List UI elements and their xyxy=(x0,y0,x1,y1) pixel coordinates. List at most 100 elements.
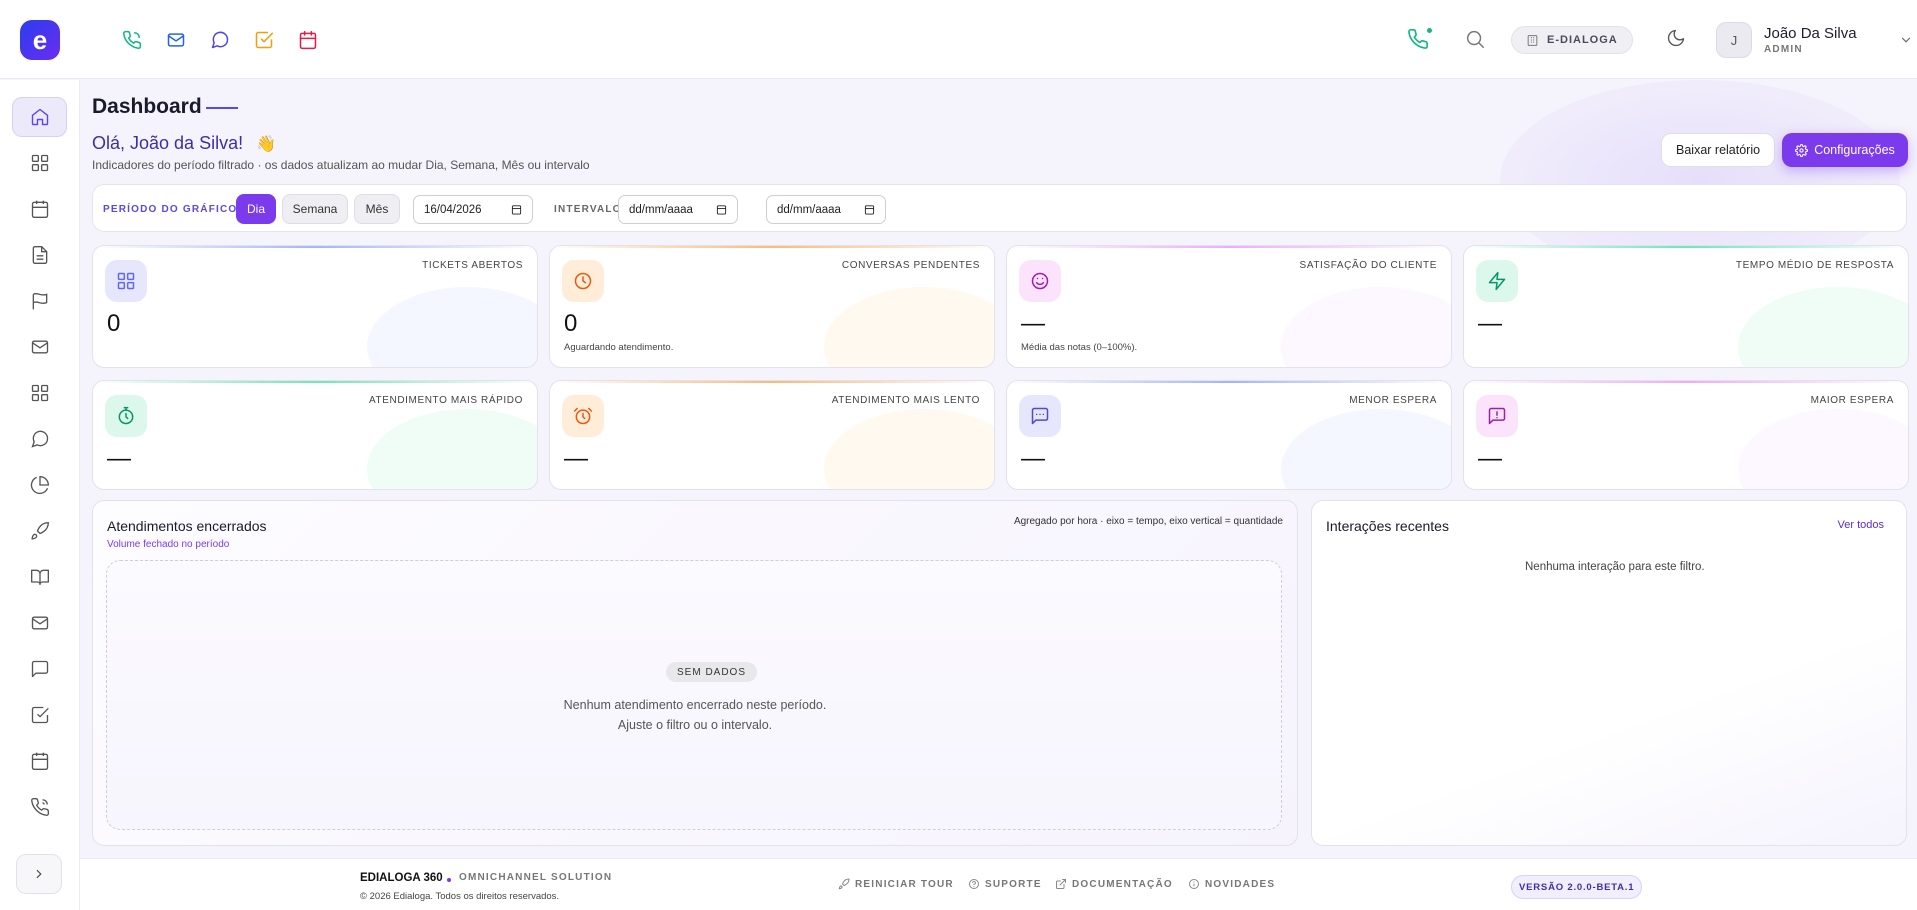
version-badge: VERSÃO 2.0.0-BETA.1 xyxy=(1511,875,1643,899)
kpi-label: MAIOR ESPERA xyxy=(1810,395,1894,406)
tasks-icon[interactable] xyxy=(252,28,276,52)
sidebar-item-email[interactable] xyxy=(12,603,67,643)
recent-interactions-panel: Interações recentes Ver todos Nenhuma in… xyxy=(1311,500,1907,846)
card-accent-line xyxy=(93,246,537,248)
phone-icon xyxy=(30,797,49,816)
period-month-button[interactable]: Mês xyxy=(354,194,400,224)
kpi-card-customer-satisfaction: SATISFAÇÃO DO CLIENTE — Média das notas … xyxy=(1006,245,1452,368)
sidebar-expand-button[interactable] xyxy=(16,854,62,894)
sidebar-item-chat[interactable] xyxy=(12,419,67,459)
chevron-down-icon xyxy=(1901,37,1910,43)
sidebar-item-tasks[interactable] xyxy=(12,695,67,735)
user-menu[interactable]: J João Da Silva ADMIN xyxy=(1716,22,1913,58)
sidebar-item-grid[interactable] xyxy=(12,143,67,183)
interval-label: INTERVALO xyxy=(554,204,622,215)
date-picker[interactable]: 16/04/2026 xyxy=(413,195,533,224)
empty-message: Nenhuma interação para este filtro. xyxy=(1525,561,1705,573)
company-selector[interactable]: E-DIALOGA xyxy=(1511,26,1633,54)
softphone-icon[interactable] xyxy=(1407,28,1432,52)
book-icon xyxy=(30,569,49,586)
news-link[interactable]: NOVIDADES xyxy=(1188,878,1275,890)
kpi-value: — xyxy=(1478,445,1502,472)
calendar-icon xyxy=(864,205,875,215)
card-accent-line xyxy=(550,381,994,383)
mail-icon[interactable] xyxy=(164,28,188,52)
help-circle-icon xyxy=(969,879,979,889)
sidebar-item-flags[interactable] xyxy=(12,281,67,321)
moon-icon[interactable] xyxy=(1666,28,1690,52)
footer-tagline: OMNICHANNEL SOLUTION xyxy=(459,872,613,883)
panel-title: Atendimentos encerrados xyxy=(107,518,267,534)
calendar-icon[interactable] xyxy=(296,28,320,52)
pie-chart-icon xyxy=(30,475,49,495)
grid-icon xyxy=(31,154,48,172)
settings-button[interactable]: Configurações xyxy=(1782,133,1908,167)
link-label: DOCUMENTAÇÃO xyxy=(1072,878,1173,890)
sidebar-item-calendar[interactable] xyxy=(12,189,67,229)
card-glow xyxy=(1738,287,1908,367)
kpi-card-avg-response-time: TEMPO MÉDIO DE RESPOSTA — xyxy=(1463,245,1909,368)
sidebar-item-documents[interactable] xyxy=(12,235,67,275)
copyright: © 2026 Edialoga. Todos os direitos reser… xyxy=(360,891,560,902)
kpi-card-pending-conversations: CONVERSAS PENDENTES 0 Aguardando atendim… xyxy=(549,245,995,368)
chevron-right-icon xyxy=(36,869,42,879)
period-day-button[interactable]: Dia xyxy=(236,194,276,224)
period-week-button[interactable]: Semana xyxy=(282,194,348,224)
chat-bubble-icon xyxy=(30,430,48,448)
page-title: Dashboard xyxy=(92,95,202,118)
card-accent-line xyxy=(1007,246,1451,248)
app-logo[interactable]: e xyxy=(20,20,60,60)
support-link[interactable]: SUPORTE xyxy=(968,878,1042,890)
sidebar-item-knowledge[interactable] xyxy=(12,557,67,597)
kpi-value: — xyxy=(1021,445,1045,472)
see-all-link[interactable]: Ver todos xyxy=(1838,519,1884,531)
filter-bar: PERÍODO DO GRÁFICO Dia Semana Mês 16/04/… xyxy=(92,184,1907,232)
info-icon xyxy=(1189,879,1199,889)
smile-icon xyxy=(1019,260,1061,302)
search-icon[interactable] xyxy=(1464,28,1488,52)
check-square-icon xyxy=(31,706,49,724)
restart-tour-link[interactable]: REINICIAR TOUR xyxy=(838,878,954,890)
settings-button-label: Configurações xyxy=(1814,143,1895,157)
sidebar-item-messages[interactable] xyxy=(12,649,67,689)
calendar-icon xyxy=(31,200,48,218)
apps-icon xyxy=(31,384,48,402)
card-accent-line xyxy=(1007,381,1451,383)
phone-icon[interactable] xyxy=(120,28,144,52)
panel-subtitle: Volume fechado no período xyxy=(107,539,230,550)
sidebar-item-home[interactable] xyxy=(12,97,67,137)
kpi-value: — xyxy=(1021,310,1045,337)
chart-hint: Agregado por hora · eixo = tempo, eixo v… xyxy=(1013,516,1283,527)
user-name: João Da Silva xyxy=(1764,25,1857,42)
sidebar-item-mail[interactable] xyxy=(12,327,67,367)
greeting: Olá, João da Silva! 👋 xyxy=(92,133,276,154)
sidebar-item-launch[interactable] xyxy=(12,511,67,551)
calendar-icon xyxy=(716,205,727,215)
sidebar-item-schedule[interactable] xyxy=(12,741,67,781)
kpi-label: ATENDIMENTO MAIS LENTO xyxy=(831,395,980,406)
kpi-label: ATENDIMENTO MAIS RÁPIDO xyxy=(369,395,523,406)
sidebar-item-calls[interactable] xyxy=(12,787,67,827)
home-icon xyxy=(31,108,48,126)
card-glow xyxy=(824,287,994,367)
kpi-card-fastest-service: ATENDIMENTO MAIS RÁPIDO — xyxy=(92,380,538,490)
chat-icon[interactable] xyxy=(208,28,232,52)
zap-icon xyxy=(1476,260,1518,302)
calendar-icon xyxy=(31,752,48,770)
card-accent-line xyxy=(1464,246,1908,248)
kpi-value: — xyxy=(107,445,131,472)
top-bar: e E-DIALOGA J João Da Silva ADMIN xyxy=(0,0,1917,79)
avatar: J xyxy=(1716,22,1752,58)
interval-end-input[interactable]: dd/mm/aaaa xyxy=(766,195,886,224)
kpi-value: 0 xyxy=(107,310,121,337)
download-report-button[interactable]: Baixar relatório xyxy=(1661,133,1776,167)
sidebar-item-apps[interactable] xyxy=(12,373,67,413)
empty-message: Nenhum atendimento encerrado neste perío… xyxy=(563,698,827,732)
greeting-text: Olá, João da Silva! xyxy=(92,133,244,153)
sidebar-item-reports[interactable] xyxy=(12,465,67,505)
interval-start-input[interactable]: dd/mm/aaaa xyxy=(618,195,738,224)
documentation-link[interactable]: DOCUMENTAÇÃO xyxy=(1055,878,1173,890)
link-label: SUPORTE xyxy=(985,878,1042,890)
panel-title: Interações recentes xyxy=(1326,518,1449,534)
closed-services-panel: Atendimentos encerrados Volume fechado n… xyxy=(92,500,1298,846)
